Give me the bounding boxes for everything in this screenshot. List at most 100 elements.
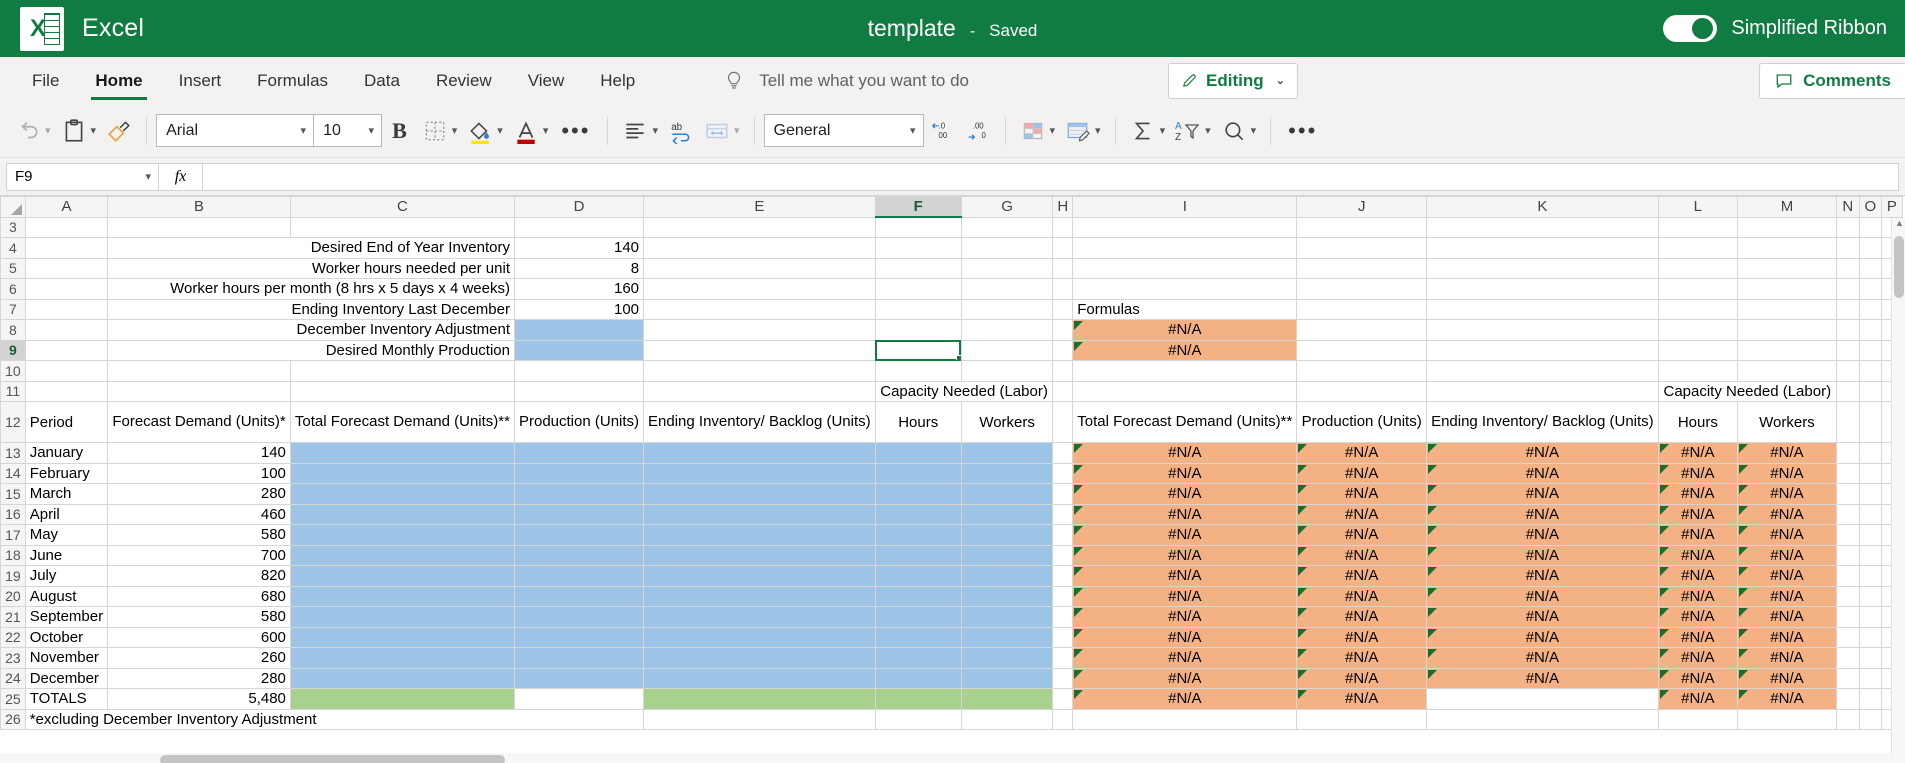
cell-C14-input[interactable] <box>289 462 515 484</box>
cell-M8[interactable] <box>1737 319 1837 341</box>
cell-D17-input[interactable] <box>513 524 645 546</box>
cell-K13-error[interactable]: #N/A <box>1426 442 1659 464</box>
cell-C13-input[interactable] <box>289 442 515 464</box>
row-header-6[interactable]: 6 <box>0 278 26 300</box>
cell-E19-input[interactable] <box>643 565 876 587</box>
horizontal-scrollbar[interactable] <box>0 753 1905 763</box>
cell-E9[interactable] <box>643 339 876 361</box>
cell-J4[interactable] <box>1296 237 1428 259</box>
cell-D18-input[interactable] <box>513 544 645 566</box>
cell-K10[interactable] <box>1426 360 1659 382</box>
cell-A8[interactable] <box>24 319 109 341</box>
cell-I17-error[interactable]: #N/A <box>1072 524 1298 546</box>
tab-home[interactable]: Home <box>77 57 160 104</box>
cell-G26[interactable] <box>960 708 1054 730</box>
cell-I13-error[interactable]: #N/A <box>1072 442 1298 464</box>
merge-cells-button[interactable]: ▾ <box>699 112 745 150</box>
row-header-7[interactable]: 7 <box>0 298 26 320</box>
cell-L13-error[interactable]: #N/A <box>1657 442 1739 464</box>
row-header-25[interactable]: 25 <box>0 688 26 710</box>
cell-J25-error[interactable]: #N/A <box>1296 688 1428 710</box>
column-header-N[interactable]: N <box>1835 196 1860 218</box>
font-name-select[interactable]: Arial ▾ <box>156 114 315 147</box>
header-forecast-demand[interactable]: Forecast Demand (Units)* <box>107 401 291 443</box>
cell-I9-error[interactable]: #N/A <box>1072 339 1298 361</box>
cell-A22-period[interactable]: October <box>24 626 109 648</box>
cell-H14[interactable] <box>1052 462 1074 484</box>
cell-F7[interactable] <box>874 298 962 320</box>
cell-H20[interactable] <box>1052 585 1074 607</box>
cell-H12[interactable] <box>1052 401 1074 443</box>
cell-M19-error[interactable]: #N/A <box>1737 565 1837 587</box>
column-header-F[interactable]: F <box>874 196 962 218</box>
cell-M22-error[interactable]: #N/A <box>1737 626 1837 648</box>
cell-H17[interactable] <box>1052 524 1074 546</box>
simplified-ribbon-toggle[interactable] <box>1663 15 1718 42</box>
cell-F15-input[interactable] <box>874 483 962 505</box>
cell-G7[interactable] <box>960 298 1054 320</box>
cell-J11[interactable] <box>1296 380 1428 402</box>
cell-M25-error[interactable]: #N/A <box>1737 688 1837 710</box>
cell-B22-forecast-demand[interactable]: 600 <box>107 626 291 648</box>
cell-E7[interactable] <box>643 298 876 320</box>
cell-G5[interactable] <box>960 257 1054 279</box>
cell-L20-error[interactable]: #N/A <box>1657 585 1739 607</box>
column-header-M[interactable]: M <box>1737 196 1837 218</box>
cell-O19[interactable] <box>1858 565 1883 587</box>
cell-C7-label[interactable]: Ending Inventory Last December <box>107 298 515 320</box>
cell-K18-error[interactable]: #N/A <box>1426 544 1659 566</box>
cell-A14-period[interactable]: February <box>24 462 109 484</box>
cell-I25-error[interactable]: #N/A <box>1072 688 1298 710</box>
column-header-H[interactable]: H <box>1052 196 1074 218</box>
cell-A18-period[interactable]: June <box>24 544 109 566</box>
cell-E21-input[interactable] <box>643 606 876 628</box>
cell-B16-forecast-demand[interactable]: 460 <box>107 503 291 525</box>
row-header-22[interactable]: 22 <box>0 626 26 648</box>
cell-E18-input[interactable] <box>643 544 876 566</box>
cell-D20-input[interactable] <box>513 585 645 607</box>
cell-A16-period[interactable]: April <box>24 503 109 525</box>
cell-L10[interactable] <box>1657 360 1739 382</box>
cell-O24[interactable] <box>1858 667 1883 689</box>
cell-O5[interactable] <box>1858 257 1883 279</box>
row-header-5[interactable]: 5 <box>0 257 26 279</box>
cell-G14-input[interactable] <box>960 462 1054 484</box>
format-as-table-button[interactable]: ▾ <box>1060 112 1106 150</box>
cell-E25-total[interactable] <box>643 688 876 710</box>
cell-N19[interactable] <box>1835 565 1860 587</box>
cell-M5[interactable] <box>1737 257 1837 279</box>
cell-K11[interactable] <box>1426 380 1659 402</box>
cell-O13[interactable] <box>1858 442 1883 464</box>
vertical-scrollbar[interactable]: ▲ ▼ <box>1891 218 1905 763</box>
cell-B25-totals-forecast[interactable]: 5,480 <box>107 688 291 710</box>
cell-O9[interactable] <box>1858 339 1883 361</box>
cell-O16[interactable] <box>1858 503 1883 525</box>
cell-I10[interactable] <box>1072 360 1298 382</box>
decrease-decimal-button[interactable]: .00 0 <box>960 112 996 150</box>
cell-N18[interactable] <box>1835 544 1860 566</box>
cell-O3[interactable] <box>1858 216 1883 238</box>
cell-H25[interactable] <box>1052 688 1074 710</box>
header-hours-right[interactable]: Hours <box>1657 401 1739 443</box>
cell-A7[interactable] <box>24 298 109 320</box>
header-workers-left[interactable]: Workers <box>960 401 1054 443</box>
cell-G15-input[interactable] <box>960 483 1054 505</box>
cell-F11-group-header[interactable]: Capacity Needed (Labor) <box>874 380 1054 402</box>
cell-E4[interactable] <box>643 237 876 259</box>
cell-J10[interactable] <box>1296 360 1428 382</box>
bold-button[interactable]: B <box>382 112 417 150</box>
cell-J26[interactable] <box>1296 708 1428 730</box>
cell-J8[interactable] <box>1296 319 1428 341</box>
cell-C21-input[interactable] <box>289 606 515 628</box>
cell-C18-input[interactable] <box>289 544 515 566</box>
row-header-3[interactable]: 3 <box>0 216 26 238</box>
cell-O12[interactable] <box>1858 401 1883 443</box>
column-header-E[interactable]: E <box>643 196 876 218</box>
cell-N12[interactable] <box>1835 401 1860 443</box>
cell-M10[interactable] <box>1737 360 1837 382</box>
cell-E20-input[interactable] <box>643 585 876 607</box>
cell-D25[interactable] <box>513 688 645 710</box>
cell-J23-error[interactable]: #N/A <box>1296 647 1428 669</box>
cell-A6[interactable] <box>24 278 109 300</box>
cell-I21-error[interactable]: #N/A <box>1072 606 1298 628</box>
